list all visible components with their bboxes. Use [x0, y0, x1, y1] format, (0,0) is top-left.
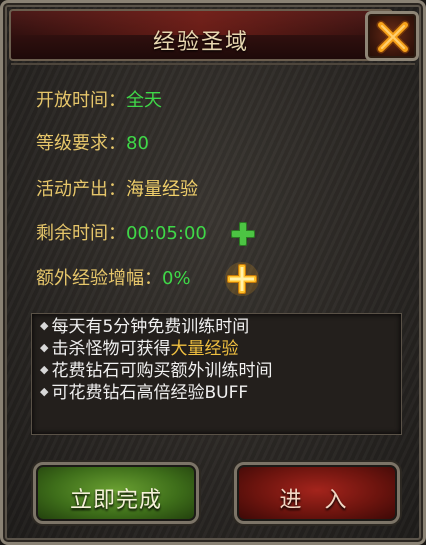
bullet-icon: ◆	[40, 341, 49, 354]
tip-kill-monsters: ◆ 击杀怪物可获得大量经验	[40, 339, 239, 359]
tip-free-training: ◆ 每天有5分钟免费训练时间	[40, 317, 250, 337]
complete-now-button[interactable]: 立即完成	[33, 462, 199, 524]
bullet-icon: ◆	[40, 363, 49, 376]
activity-output-row: 活动产出：海量经验	[36, 178, 198, 202]
remaining-time-value: 00:05:00	[126, 223, 207, 244]
tip-exp-buff: ◆ 可花费钻石高倍经验BUFF	[40, 383, 249, 403]
tips-box: ◆ 每天有5分钟免费训练时间 ◆ 击杀怪物可获得大量经验 ◆ 花费钻石可购买额外训练时…	[31, 313, 402, 435]
level-requirement-value: 80	[126, 133, 149, 154]
bonus-exp-value: 0%	[162, 268, 191, 289]
panel-title: 经验圣域	[152, 30, 249, 55]
add-bonus-button[interactable]	[222, 259, 262, 303]
gold-plus-icon	[225, 262, 259, 296]
highlight-text: 大量经验	[170, 339, 239, 359]
close-button[interactable]	[365, 11, 419, 61]
bonus-exp-row: 额外经验增幅：0%	[36, 267, 191, 291]
green-plus-icon	[231, 222, 255, 246]
level-requirement-label: 等级要求：	[36, 133, 126, 154]
complete-now-label: 立即完成	[69, 488, 162, 513]
title-divider	[11, 63, 415, 65]
activity-output-value: 海量经验	[126, 179, 198, 200]
tip-buy-time: ◆ 花费钻石可购买额外训练时间	[40, 361, 273, 381]
bullet-icon: ◆	[40, 385, 49, 398]
add-time-button[interactable]	[228, 220, 258, 252]
open-time-row: 开放时间：全天	[36, 89, 162, 113]
open-time-value: 全天	[126, 90, 162, 111]
title-bar: 经验圣域	[9, 9, 393, 61]
level-requirement-row: 等级要求：80	[36, 132, 149, 156]
remaining-time-label: 剩余时间：	[36, 223, 126, 244]
bonus-exp-label: 额外经验增幅：	[36, 268, 162, 289]
enter-label: 进 入	[279, 488, 355, 513]
close-icon	[376, 20, 410, 54]
enter-button[interactable]: 进 入	[234, 462, 400, 524]
activity-output-label: 活动产出：	[36, 179, 126, 200]
open-time-label: 开放时间：	[36, 90, 126, 111]
remaining-time-row: 剩余时间：00:05:00	[36, 222, 207, 246]
experience-sanctuary-panel: 经验圣域 开放时间：全天 等级要求：80 活动产出：海量经验 剩余时间：00:0…	[0, 0, 426, 545]
bullet-icon: ◆	[40, 319, 49, 332]
